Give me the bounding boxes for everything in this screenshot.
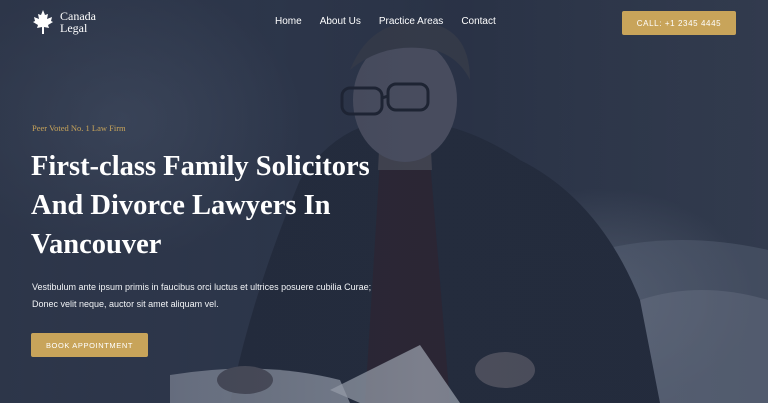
headline-line-1: First-class Family Solicitors xyxy=(31,151,370,182)
hero-headline: First-class Family Solicitors And Divorc… xyxy=(31,147,451,264)
description-line-2: Donec velit neque, auctor sit amet aliqu… xyxy=(32,299,219,309)
hero-eyebrow: Peer Voted No. 1 Law Firm xyxy=(32,123,126,133)
book-appointment-button[interactable]: BOOK APPOINTMENT xyxy=(31,333,148,357)
brand-logo[interactable]: Canada Legal xyxy=(32,9,96,35)
site-header: Canada Legal Home About Us Practice Area… xyxy=(0,0,768,46)
brand-name-line2: Legal xyxy=(60,21,88,35)
hero-section: Canada Legal Home About Us Practice Area… xyxy=(0,0,768,403)
hero-description: Vestibulum ante ipsum primis in faucibus… xyxy=(32,279,432,313)
maple-leaf-icon xyxy=(33,10,53,34)
call-button[interactable]: CALL: +1 2345 4445 xyxy=(622,11,736,35)
nav-item-contact[interactable]: Contact xyxy=(461,16,495,27)
headline-line-3: Vancouver xyxy=(31,229,162,260)
nav-item-practice-areas[interactable]: Practice Areas xyxy=(379,16,443,27)
description-line-1: Vestibulum ante ipsum primis in faucibus… xyxy=(32,282,372,292)
nav-item-home[interactable]: Home xyxy=(275,16,302,27)
nav-item-about-us[interactable]: About Us xyxy=(320,16,361,27)
brand-name: Canada Legal xyxy=(60,10,96,34)
headline-line-2: And Divorce Lawyers In xyxy=(31,190,331,221)
main-nav: Home About Us Practice Areas Contact xyxy=(275,16,496,27)
